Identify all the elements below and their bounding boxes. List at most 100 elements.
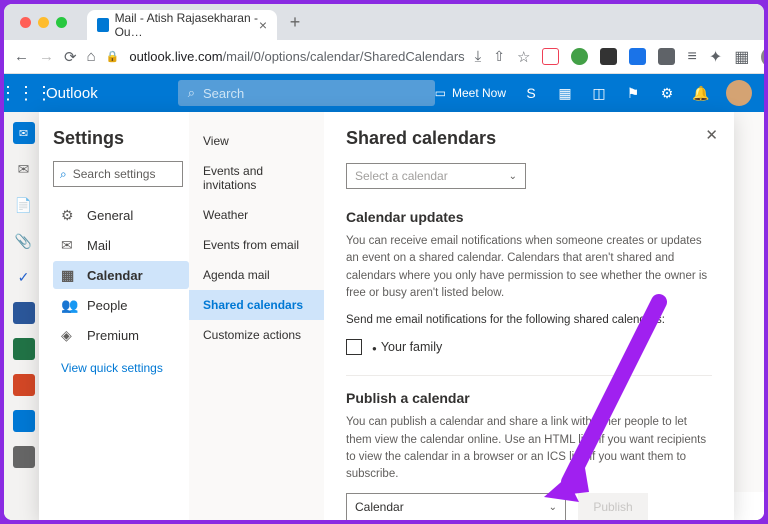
rail-todo-icon[interactable]: ✓ <box>13 266 35 288</box>
publish-row: Calendar ⌄ Select permissions ⌄ Can view… <box>346 493 712 520</box>
ext-icon[interactable] <box>600 48 617 65</box>
rail-excel-icon[interactable] <box>13 338 35 360</box>
subcat-customize[interactable]: Customize actions <box>189 320 324 350</box>
minimize-window-button[interactable] <box>38 17 49 28</box>
account-avatar[interactable] <box>726 80 752 106</box>
category-general[interactable]: ⚙ General <box>53 201 189 229</box>
publish-calendar-select[interactable]: Calendar ⌄ <box>346 493 566 520</box>
rail-attach-icon[interactable]: 📎 <box>13 230 35 252</box>
publish-button[interactable]: Publish <box>578 493 648 520</box>
new-tab-button[interactable]: + <box>283 10 307 34</box>
publish-section-title: Publish a calendar <box>346 390 712 406</box>
tab-title: Mail - Atish Rajasekharan - Ou… <box>115 11 259 39</box>
outlook-header: ⋮⋮⋮ Outlook ⌕ Search ▭ Meet Now S ▦ ◫ ⚑ … <box>4 74 764 112</box>
app-name: Outlook <box>46 85 98 102</box>
reading-list-icon[interactable]: ≡ <box>687 48 696 66</box>
meet-now-button[interactable]: ▭ Meet Now <box>435 86 506 100</box>
ext-blue-icon[interactable] <box>629 48 646 65</box>
family-checkbox[interactable] <box>346 339 362 355</box>
settings-search-input[interactable]: ⌕ Search settings <box>53 161 183 187</box>
subcat-events[interactable]: Events and invitations <box>189 156 324 200</box>
subcat-view[interactable]: View <box>189 126 324 156</box>
maximize-window-button[interactable] <box>56 17 67 28</box>
rail-more-icon[interactable] <box>13 446 35 468</box>
install-icon[interactable]: ⤓ <box>475 48 482 65</box>
ext-icon-2[interactable] <box>658 48 675 65</box>
category-mail[interactable]: ✉ Mail <box>53 231 189 259</box>
rail-powerpoint-icon[interactable] <box>13 374 35 396</box>
category-premium[interactable]: ◈ Premium <box>53 321 189 349</box>
window-controls <box>12 17 75 28</box>
rail-mail-icon-2[interactable]: ✉ <box>13 158 35 180</box>
bookmark-icon[interactable]: ☆ <box>517 48 530 66</box>
extensions-icon[interactable]: ✦ <box>709 47 722 67</box>
people-icon: 👥 <box>61 297 77 313</box>
content-area: ✉ ✉ 📄 📎 ✓ VK Vishal Khandelwal 35 Ideas … <box>4 112 764 520</box>
category-people[interactable]: 👥 People <box>53 291 189 319</box>
browser-window: Mail - Atish Rajasekharan - Ou… × + ← → … <box>4 4 764 520</box>
settings-title: Settings <box>53 128 189 149</box>
address-bar[interactable]: outlook.live.com/mail/0/options/calendar… <box>129 49 464 64</box>
close-tab-button[interactable]: × <box>259 17 267 33</box>
publish-help-text: You can publish a calendar and share a l… <box>346 414 712 483</box>
lock-icon: 🔒 <box>106 50 120 63</box>
browser-tab[interactable]: Mail - Atish Rajasekharan - Ou… × <box>87 10 277 40</box>
share-icon[interactable]: ⇧ <box>493 48 505 65</box>
category-calendar[interactable]: ▦ Calendar <box>53 261 189 289</box>
profile-avatar[interactable] <box>761 47 764 67</box>
family-calendar-row: ●Your family <box>346 339 712 355</box>
close-window-button[interactable] <box>20 17 31 28</box>
send-me-text: Send me email notifications for the foll… <box>346 312 712 329</box>
rail-mail-icon[interactable]: ✉ <box>13 122 35 144</box>
rail-onedrive-icon[interactable] <box>13 410 35 432</box>
quick-settings-link[interactable]: View quick settings <box>53 351 189 385</box>
chevron-down-icon: ⌄ <box>549 502 557 513</box>
subcat-agenda[interactable]: Agenda mail <box>189 260 324 290</box>
calendar-select[interactable]: Select a calendar ⌄ <box>346 163 526 189</box>
notifications-icon[interactable]: 🔔 <box>692 84 710 102</box>
forward-button[interactable]: → <box>39 49 54 65</box>
updates-section-title: Calendar updates <box>346 209 712 225</box>
updates-help-text: You can receive email notifications when… <box>346 233 712 302</box>
gear-icon: ⚙ <box>61 207 77 223</box>
calendar-icon: ▦ <box>61 267 77 283</box>
rail-word-icon[interactable] <box>13 302 35 324</box>
pocket-icon[interactable] <box>542 48 559 65</box>
header-actions: ▭ Meet Now S ▦ ◫ ⚑ ⚙ 🔔 <box>435 80 752 106</box>
family-label: ●Your family <box>372 340 442 354</box>
calendar-icon[interactable]: ▦ <box>556 84 574 102</box>
mail-icon: ✉ <box>61 237 77 253</box>
ext-green-icon[interactable] <box>571 48 588 65</box>
search-input[interactable]: ⌕ Search <box>178 80 435 106</box>
home-button[interactable]: ⌂ <box>87 49 96 65</box>
tab-strip: Mail - Atish Rajasekharan - Ou… × + <box>4 4 764 40</box>
reload-button[interactable]: ⟳ <box>64 49 77 65</box>
extension-icons: ⤓ ⇧ ☆ ≡ ✦ ▦ ⋮ <box>475 47 764 67</box>
panel-title: Shared calendars <box>346 128 712 149</box>
settings-modal: Settings ⌕ Search settings ⚙ General ✉ M… <box>39 112 734 520</box>
tips-icon[interactable]: ⚑ <box>624 84 642 102</box>
app-launcher-button[interactable]: ⋮⋮⋮ <box>16 83 36 103</box>
ext-icon-3[interactable]: ▦ <box>734 47 749 67</box>
search-icon: ⌕ <box>188 85 195 101</box>
settings-icon[interactable]: ⚙ <box>658 84 676 102</box>
settings-sidebar: Settings ⌕ Search settings ⚙ General ✉ M… <box>39 112 189 520</box>
video-icon: ▭ <box>435 86 446 100</box>
url-bar: ← → ⟳ ⌂ 🔒 outlook.live.com/mail/0/option… <box>4 40 764 74</box>
diamond-icon: ◈ <box>61 327 77 343</box>
main-panel: ✕ Shared calendars Select a calendar ⌄ C… <box>324 112 734 520</box>
skype-icon[interactable]: S <box>522 84 540 102</box>
close-button[interactable]: ✕ <box>705 126 718 144</box>
chevron-down-icon: ⌄ <box>509 171 517 182</box>
divider <box>346 375 712 376</box>
subcat-weather[interactable]: Weather <box>189 200 324 230</box>
search-icon: ⌕ <box>60 167 67 182</box>
subcategories: View Events and invitations Weather Even… <box>189 112 324 520</box>
subcat-shared-calendars[interactable]: Shared calendars <box>189 290 324 320</box>
search-placeholder: Search <box>203 86 244 101</box>
subcat-events-email[interactable]: Events from email <box>189 230 324 260</box>
rail-file-icon[interactable]: 📄 <box>13 194 35 216</box>
outlook-icon[interactable]: ◫ <box>590 84 608 102</box>
left-rail: ✉ ✉ 📄 📎 ✓ <box>4 112 44 520</box>
back-button[interactable]: ← <box>14 49 29 65</box>
